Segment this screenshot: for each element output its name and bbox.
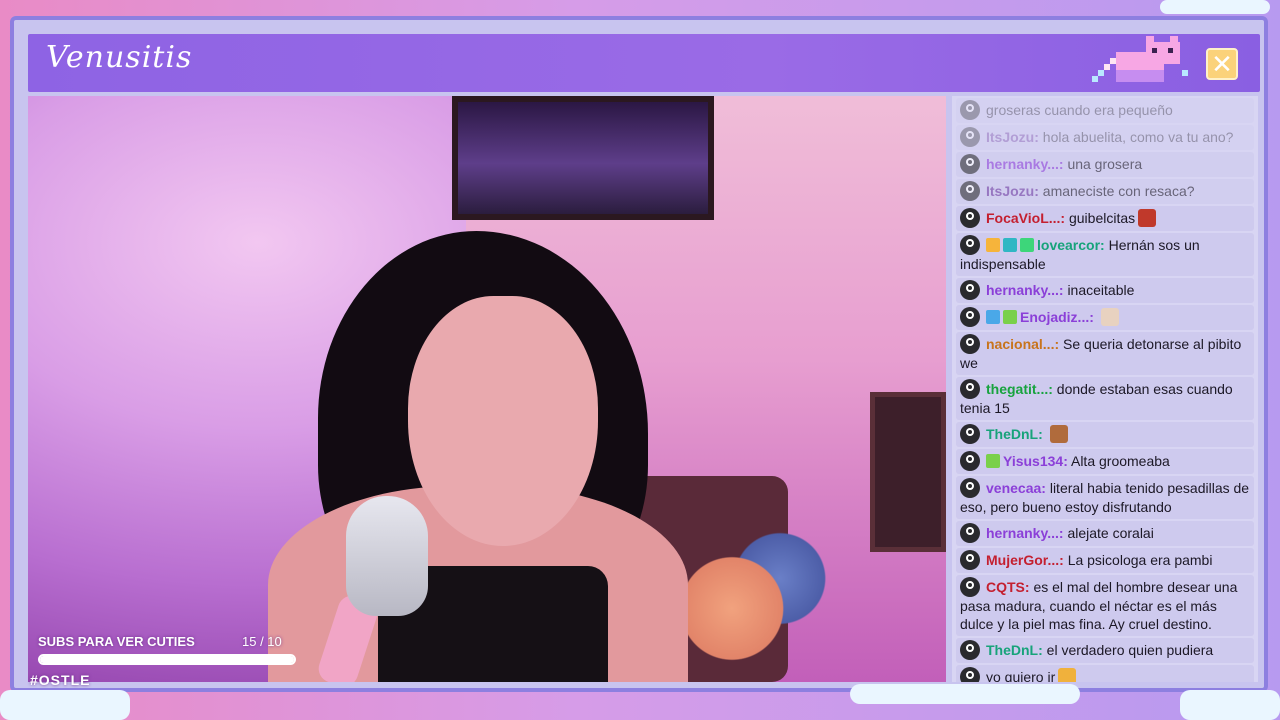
pixel-cloud-decoration (850, 684, 1080, 704)
chat-panel[interactable]: groseras cuando era pequeño ItsJozu: hola… (952, 96, 1258, 682)
avatar-icon[interactable] (960, 307, 980, 327)
chat-text: groseras cuando era pequeño (986, 102, 1173, 118)
chat-username[interactable]: Yisus134: (1003, 453, 1068, 469)
avatar-icon[interactable] (960, 424, 980, 444)
avatar-icon[interactable] (960, 667, 980, 682)
chat-message: hernanky...: inaceitable (956, 278, 1254, 303)
avatar-icon[interactable] (960, 235, 980, 255)
chat-message: venecaa: literal habia tenido pesadillas… (956, 476, 1254, 519)
chat-username[interactable]: ItsJozu: (986, 129, 1039, 145)
avatar-icon[interactable] (960, 379, 980, 399)
chat-message: thegatit...: donde estaban esas cuando t… (956, 377, 1254, 420)
chat-text: inaceitable (1067, 282, 1135, 298)
avatar-icon[interactable] (960, 640, 980, 660)
wall-painting (452, 96, 714, 220)
title-bar: Venusitis ✕ (28, 34, 1260, 92)
chat-username[interactable]: hernanky...: (986, 525, 1064, 541)
chat-message: groseras cuando era pequeño (956, 98, 1254, 123)
chat-username[interactable]: ItsJozu: (986, 183, 1039, 199)
chat-message: hernanky...: una grosera (956, 152, 1254, 177)
chat-badge-icon (1003, 310, 1017, 324)
chat-text: alejate coralai (1067, 525, 1154, 541)
wall-frame (870, 392, 946, 552)
pixel-cloud-decoration (1160, 0, 1270, 14)
chat-badge-icon (986, 454, 1000, 468)
chat-text: una grosera (1067, 156, 1143, 172)
close-icon: ✕ (1211, 50, 1233, 80)
chat-username[interactable]: nacional...: (986, 336, 1059, 352)
webcam-video (28, 96, 946, 682)
chat-username[interactable]: thegatit...: (986, 381, 1053, 397)
pixel-cloud-decoration (1180, 690, 1280, 720)
chat-message: Enojadiz...: (956, 305, 1254, 330)
chat-message: ItsJozu: amaneciste con resaca? (956, 179, 1254, 204)
avatar-icon[interactable] (960, 208, 980, 228)
chat-message: nacional...: Se queria detonarse al pibi… (956, 332, 1254, 375)
chat-username[interactable]: CQTS: (986, 579, 1030, 595)
microphone (346, 496, 428, 616)
chat-username[interactable]: venecaa: (986, 480, 1046, 496)
chat-message: ItsJozu: hola abuelita, como va tu ano? (956, 125, 1254, 150)
avatar-icon[interactable] (960, 127, 980, 147)
chat-message: hernanky...: alejate coralai (956, 521, 1254, 546)
goal-label: SUBS PARA VER CUTIES (38, 634, 195, 649)
channel-title: Venusitis (46, 40, 193, 75)
goal-count: 15 / 10 (242, 634, 282, 649)
pixel-cloud-decoration (0, 690, 130, 720)
chat-badge-icon (986, 238, 1000, 252)
devil-emote-icon (1138, 209, 1157, 227)
chat-username[interactable]: MujerGor...: (986, 552, 1064, 568)
avatar-icon[interactable] (960, 154, 980, 174)
chat-text: guibelcitas (1068, 210, 1136, 226)
chat-message: TheDnL: el verdadero quien pudiera (956, 638, 1254, 663)
chat-message: TheDnL: (956, 422, 1254, 447)
avatar-icon[interactable] (960, 478, 980, 498)
chat-text: Alta groomeaba (1070, 453, 1170, 469)
chat-message: Yisus134: Alta groomeaba (956, 449, 1254, 474)
chat-badge-icon (1020, 238, 1034, 252)
avatar-icon[interactable] (960, 523, 980, 543)
chat-username[interactable]: FocaVioL...: (986, 210, 1065, 226)
close-button[interactable]: ✕ (1206, 48, 1238, 80)
avatar-icon[interactable] (960, 334, 980, 354)
chat-text: amaneciste con resaca? (1042, 183, 1195, 199)
face-emote-2-icon (1049, 425, 1068, 443)
chat-message: yo quiero ir (956, 665, 1254, 682)
sub-goal-widget: SUBS PARA VER CUTIES 15 / 10 (30, 630, 300, 670)
chat-username[interactable]: hernanky...: (986, 156, 1064, 172)
chat-username[interactable]: TheDnL: (986, 642, 1043, 658)
chat-text: el verdadero quien pudiera (1046, 642, 1214, 658)
cat-emote-icon (1058, 668, 1077, 682)
avatar-icon[interactable] (960, 100, 980, 120)
chat-username[interactable]: hernanky...: (986, 282, 1064, 298)
face-emote-icon (1100, 308, 1119, 326)
chat-badge-icon (1003, 238, 1017, 252)
plush-toys (668, 526, 828, 676)
chat-badge-icon (986, 310, 1000, 324)
chat-message: MujerGor...: La psicologa era pambi (956, 548, 1254, 573)
avatar-icon[interactable] (960, 181, 980, 201)
pixel-cat-icon (1092, 36, 1188, 82)
chat-username[interactable]: Enojadiz...: (1020, 309, 1094, 325)
chat-username[interactable]: lovearcor: (1037, 237, 1105, 253)
chat-message: CQTS: es el mal del hombre desear una pa… (956, 575, 1254, 636)
streamer-face (408, 296, 598, 546)
chat-text: La psicologa era pambi (1067, 552, 1213, 568)
chat-text: yo quiero ir (986, 669, 1056, 682)
chat-text: hola abuelita, como va tu ano? (1042, 129, 1234, 145)
avatar-icon[interactable] (960, 577, 980, 597)
goal-progress-fill (40, 656, 294, 663)
chat-message: FocaVioL...: guibelcitas (956, 206, 1254, 231)
avatar-icon[interactable] (960, 451, 980, 471)
chat-username[interactable]: TheDnL: (986, 426, 1043, 442)
chat-message: lovearcor: Hernán sos un indispensable (956, 233, 1254, 276)
avatar-icon[interactable] (960, 280, 980, 300)
avatar-icon[interactable] (960, 550, 980, 570)
goal-progress-bar (38, 654, 296, 665)
hashtag: #OSTLE (30, 672, 91, 688)
